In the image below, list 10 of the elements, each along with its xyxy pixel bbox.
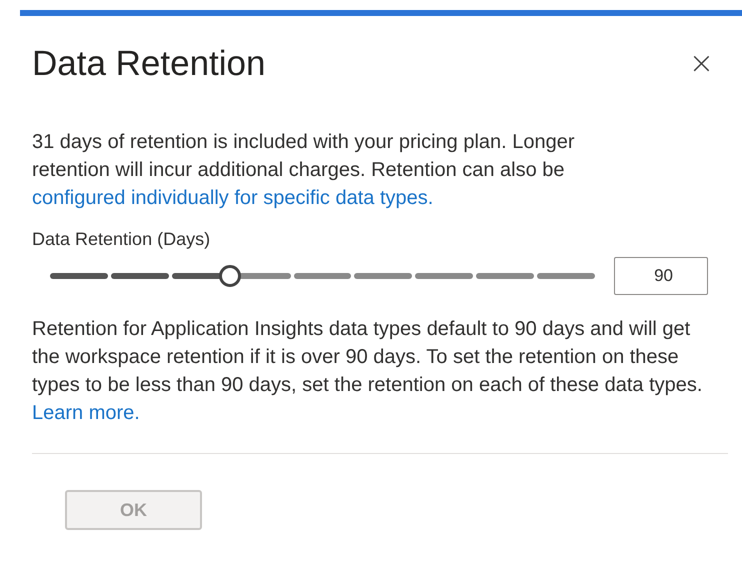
dialog-title: Data Retention [32,43,266,85]
close-button[interactable]: × [688,49,714,79]
link[interactable]: Learn more. [32,402,140,424]
slider-label: Data Retention (Days) [32,228,212,251]
info-paragraph: Retention for Application Insights data types default to 90 days and will get the workspace retention if it is over 90 days. To set the retention on these types to be less than 90 days, set the retention on each of these data types. Learn more. [32,317,704,426]
slider-thumb[interactable] [218,265,241,287]
link[interactable]: configured individually for specific data types. [32,187,434,209]
intro-paragraph: 31 days of retention is included with your pricing plan. Longer retention will incur additional charges. Retention can also be configured individually for specific data types. [32,130,576,211]
days-input-field[interactable]: 90 [614,257,708,295]
retention-slider[interactable] [50,264,595,288]
